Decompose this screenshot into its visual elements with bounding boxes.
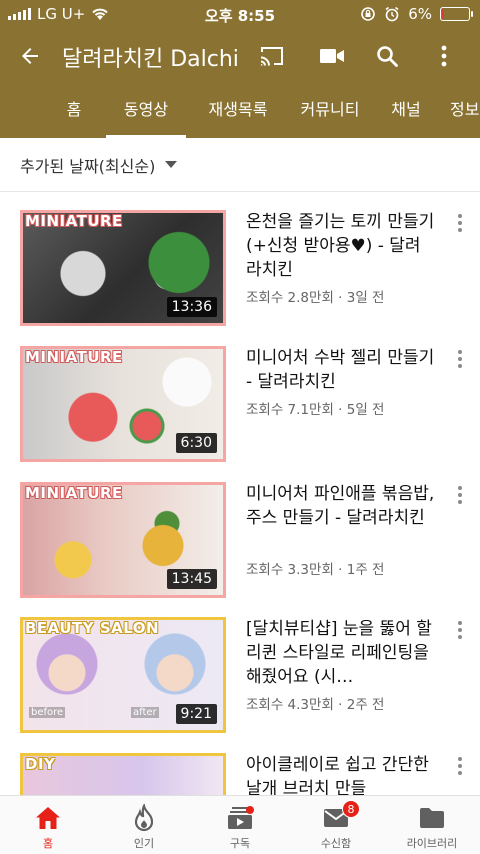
video-meta: 조회수 3.3만회 · 1주 전 bbox=[246, 562, 385, 578]
cast-icon bbox=[261, 47, 283, 66]
after-label: after bbox=[131, 707, 159, 718]
video-title[interactable]: [달치뷰티샵] 눈을 뚫어 할리퀸 스타일로 리페인팅을 해줬어요 (시… bbox=[246, 617, 436, 689]
nav-subscriptions[interactable]: 구독 bbox=[192, 796, 288, 854]
video-meta: 조회수 4.3만회 · 2주 전 bbox=[246, 697, 385, 713]
video-item[interactable]: MINIATURE 13:36 온천을 즐기는 토끼 만들기 (+신청 받아용♥… bbox=[0, 210, 480, 330]
alarm-icon bbox=[385, 6, 399, 22]
more-options-button[interactable] bbox=[428, 40, 460, 72]
video-thumbnail[interactable]: MINIATURE 13:36 bbox=[20, 210, 226, 326]
search-button[interactable] bbox=[371, 40, 403, 72]
tab-channels[interactable]: 채널 bbox=[382, 82, 430, 138]
video-camera-icon bbox=[320, 49, 344, 63]
video-title[interactable]: 미니어처 파인애플 볶음밥, 주스 만들기 - 달려라치킨 bbox=[246, 482, 436, 530]
sort-dropdown[interactable]: 추가된 날짜(최신순) bbox=[0, 138, 480, 192]
home-icon bbox=[32, 804, 64, 832]
app-bar: 달려라치킨 Dalchi bbox=[0, 28, 480, 82]
video-title[interactable]: 온천을 즐기는 토끼 만들기 (+신청 받아용♥) - 달려라치킨 bbox=[246, 210, 436, 282]
nav-library-label: 라이브러리 bbox=[406, 837, 458, 850]
video-thumbnail[interactable]: BEAUTY SALON before after 9:21 bbox=[20, 617, 226, 733]
video-item[interactable]: MINIATURE 13:45 미니어처 파인애플 볶음밥, 주스 만들기 - … bbox=[0, 482, 480, 602]
video-more-button[interactable] bbox=[448, 617, 472, 645]
tab-home[interactable]: 홈 bbox=[52, 82, 96, 138]
nav-trending-label: 인기 bbox=[133, 837, 155, 850]
video-thumbnail[interactable]: MINIATURE 6:30 bbox=[20, 346, 226, 462]
video-meta: 조회수 7.1만회 · 5일 전 bbox=[246, 402, 385, 418]
back-arrow-icon bbox=[22, 48, 38, 64]
video-duration: 13:45 bbox=[166, 569, 217, 589]
nav-home-label: 홈 bbox=[42, 837, 54, 850]
bottom-navigation: 홈 인기 구독 8 수신함 라이브러리 bbox=[0, 795, 480, 854]
cast-button[interactable] bbox=[256, 40, 288, 72]
video-item[interactable]: MINIATURE 6:30 미니어처 수박 젤리 만들기 - 달려라치킨 조회… bbox=[0, 346, 480, 466]
nav-inbox-label: 수신함 bbox=[320, 837, 352, 850]
thumbnail-tag: MINIATURE bbox=[25, 212, 123, 230]
status-bar: LG U+ 오후 8:55 6% bbox=[0, 0, 480, 28]
nav-subscriptions-label: 구독 bbox=[229, 837, 251, 850]
battery-level bbox=[442, 9, 444, 19]
video-item[interactable]: DIY 아이클레이로 쉽고 간단한 날개 브러치 만들 bbox=[0, 753, 480, 795]
battery-percent: 6% bbox=[408, 5, 432, 23]
channel-title: 달려라치킨 Dalchi bbox=[62, 47, 239, 72]
video-thumbnail[interactable]: DIY bbox=[20, 753, 226, 795]
back-button[interactable] bbox=[14, 40, 46, 72]
rotation-lock-icon bbox=[361, 7, 376, 21]
video-more-button[interactable] bbox=[448, 753, 472, 781]
thumbnail-tag: DIY bbox=[25, 755, 56, 773]
video-title[interactable]: 아이클레이로 쉽고 간단한 날개 브러치 만들 bbox=[246, 753, 436, 795]
nav-home[interactable]: 홈 bbox=[0, 796, 96, 854]
battery-icon bbox=[440, 7, 473, 21]
video-duration: 9:21 bbox=[175, 704, 217, 724]
video-duration: 6:30 bbox=[175, 433, 217, 453]
library-icon bbox=[416, 804, 448, 832]
tab-about[interactable]: 정보 bbox=[450, 82, 480, 138]
video-meta: 조회수 2.8만회 · 3일 전 bbox=[246, 290, 385, 306]
tab-videos[interactable]: 동영상 bbox=[106, 82, 186, 138]
inbox-badge: 8 bbox=[342, 800, 360, 818]
trending-icon bbox=[128, 804, 160, 832]
nav-inbox[interactable]: 8 수신함 bbox=[288, 796, 384, 854]
channel-tabs: 홈 동영상 재생목록 커뮤니티 채널 정보 bbox=[0, 82, 480, 138]
more-vert-icon bbox=[441, 45, 447, 67]
video-more-button[interactable] bbox=[448, 210, 472, 238]
nav-trending[interactable]: 인기 bbox=[96, 796, 192, 854]
thumbnail-tag: MINIATURE bbox=[25, 348, 123, 366]
before-label: before bbox=[29, 707, 66, 718]
video-thumbnail[interactable]: MINIATURE 13:45 bbox=[20, 482, 226, 598]
status-right: 6% bbox=[360, 5, 473, 23]
subscriptions-icon bbox=[224, 804, 256, 832]
dropdown-arrow-icon bbox=[165, 161, 178, 168]
tab-playlists[interactable]: 재생목록 bbox=[196, 82, 280, 138]
video-more-button[interactable] bbox=[448, 346, 472, 374]
video-more-button[interactable] bbox=[448, 482, 472, 510]
search-icon bbox=[377, 46, 398, 67]
nav-library[interactable]: 라이브러리 bbox=[384, 796, 480, 854]
video-item[interactable]: BEAUTY SALON before after 9:21 [달치뷰티샵] 눈… bbox=[0, 617, 480, 737]
thumbnail-tag: MINIATURE bbox=[25, 484, 123, 502]
upload-video-button[interactable] bbox=[316, 40, 348, 72]
thumbnail-tag: BEAUTY SALON bbox=[25, 619, 160, 637]
video-title[interactable]: 미니어처 수박 젤리 만들기 - 달려라치킨 bbox=[246, 346, 436, 394]
video-duration: 13:36 bbox=[166, 297, 217, 317]
sort-label: 추가된 날짜(최신순) bbox=[20, 156, 156, 176]
tab-community[interactable]: 커뮤니티 bbox=[288, 82, 372, 138]
